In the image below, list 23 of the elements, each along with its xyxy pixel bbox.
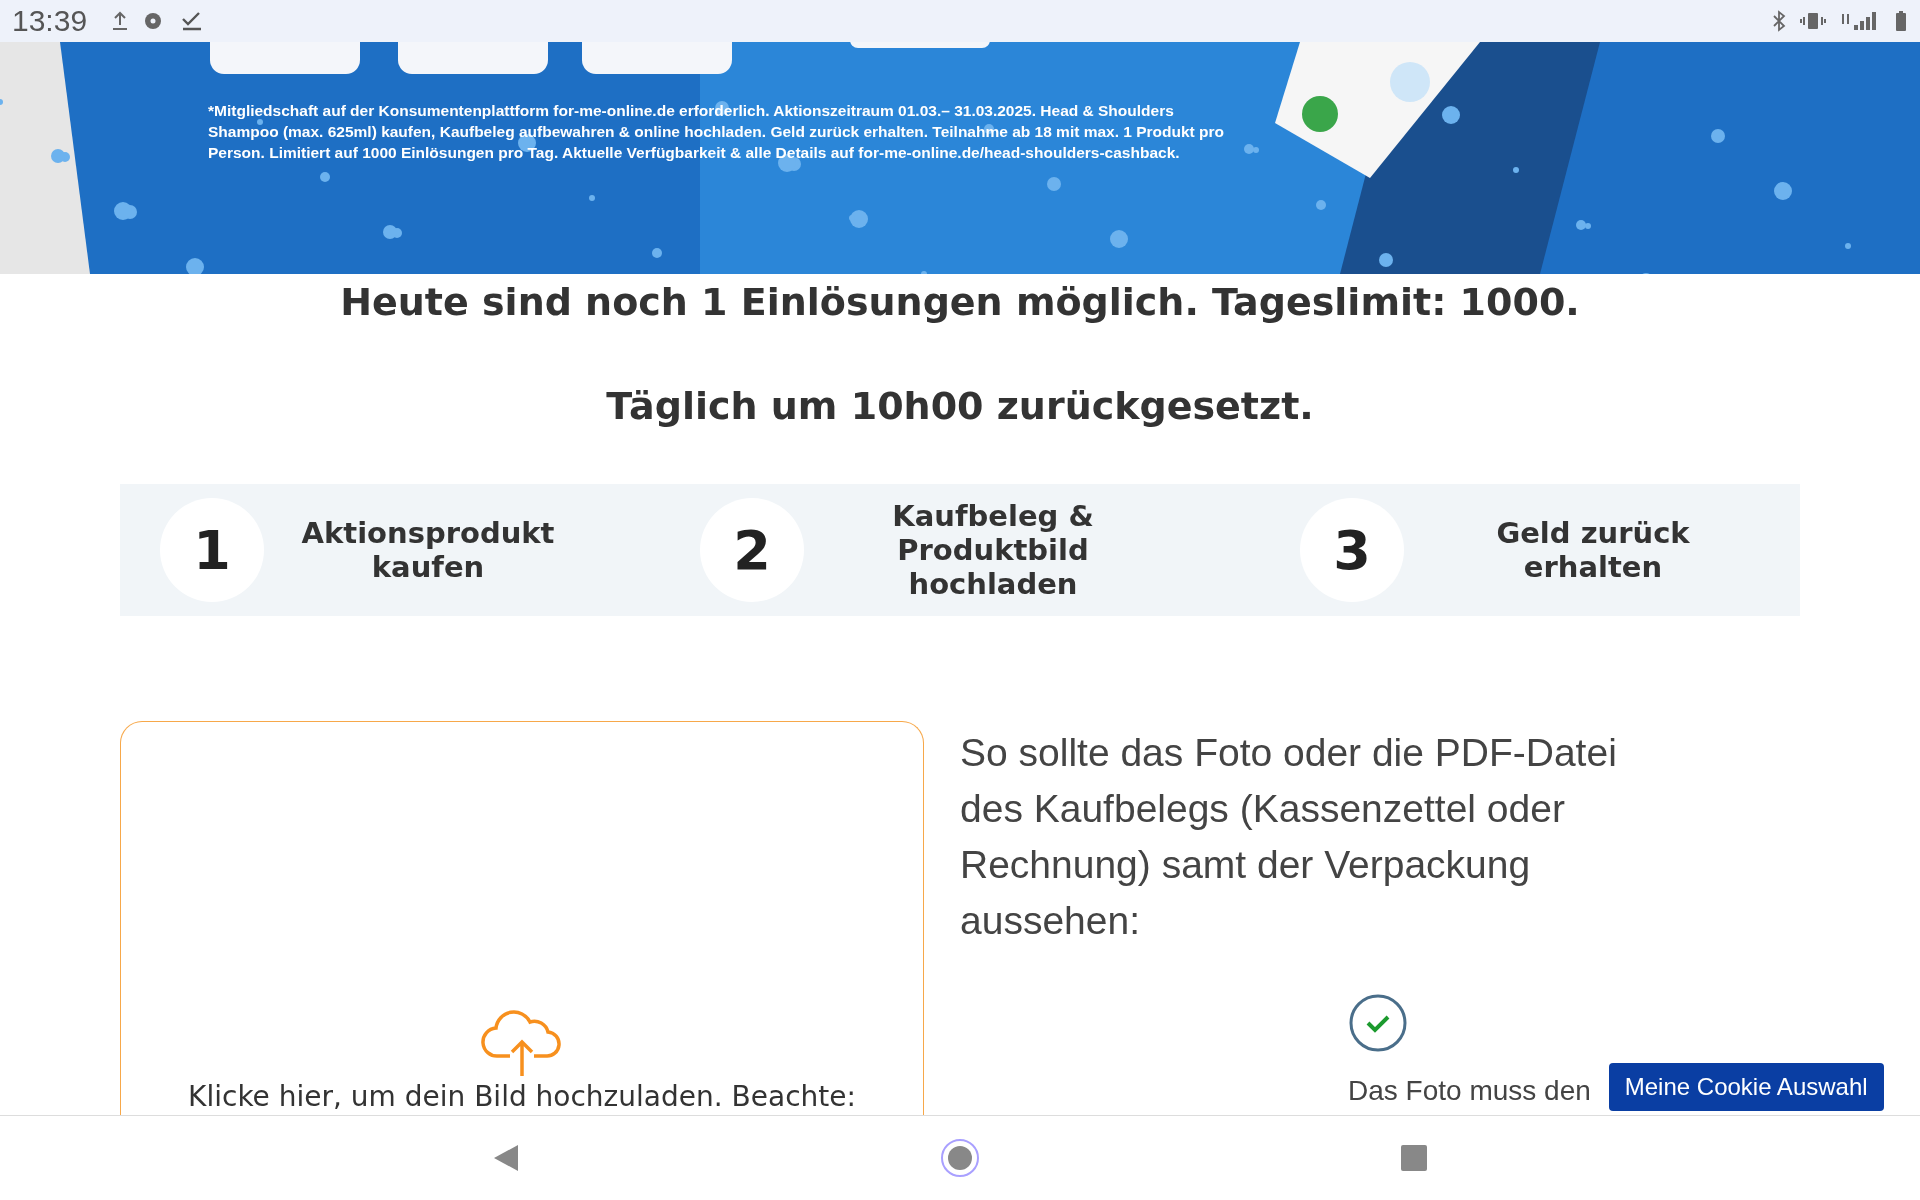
back-icon[interactable]: [492, 1143, 520, 1173]
upload-hint: Klicke hier, um dein Bild hochzuladen. Beachte:: [188, 1080, 856, 1113]
check-text: Das Foto muss den: [1348, 1075, 1591, 1107]
vibrate-icon: [1800, 10, 1826, 32]
check-circle-icon: [1348, 993, 1408, 1053]
step-label: Aktionsprodukt kaufen: [300, 516, 556, 584]
cookie-button[interactable]: Meine Cookie Auswahl: [1608, 1063, 1884, 1111]
heading: Täglich um 10h00 zurückgesetzt.: [606, 384, 1314, 428]
step-number: 3: [1300, 498, 1404, 602]
status-time: 13:39: [12, 4, 88, 38]
step-number: 2: [700, 498, 804, 602]
instructions-text: So sollte das Foto oder die PDF-Datei des Kaufbelegs (Kassenzettel oder Rechnung) samt der Verpackung aussehen:: [960, 730, 1618, 944]
bluetooth-icon: [1772, 10, 1786, 32]
step-label: Geld zurück erhalten: [1495, 516, 1691, 584]
step-number: 1: [160, 498, 264, 602]
recents-icon[interactable]: [1400, 1144, 1428, 1172]
upload-icon: [111, 10, 130, 32]
heading: Heute sind noch 1 Einlösungen möglich. Tageslimit: 1000.: [340, 280, 1580, 324]
check-icon: [181, 10, 204, 32]
home-icon[interactable]: [940, 1138, 980, 1178]
fine-print: *Mitgliedschaft auf der Konsumentenplattform for-me-online.de erforderlich. Aktionszeitraum 01.03.– 31.03.2025. Head & Shoulders Shampoo (max. 625ml) kaufen, Kaufbeleg aufbewahren & online hochladen. Geld zurück erhalten. Teilnahme ab 18 mit max. 1 Produkt pro Person. Limitiert auf 1000 Einlösungen pro Tag. Aktuelle Verfügbarkeit & alle Details auf for-me-online.de/head-shoulders-cashback.: [208, 101, 1226, 163]
battery-icon: [1894, 10, 1908, 32]
step-label: Kaufbeleg & Produktbild hochladen: [891, 499, 1095, 601]
